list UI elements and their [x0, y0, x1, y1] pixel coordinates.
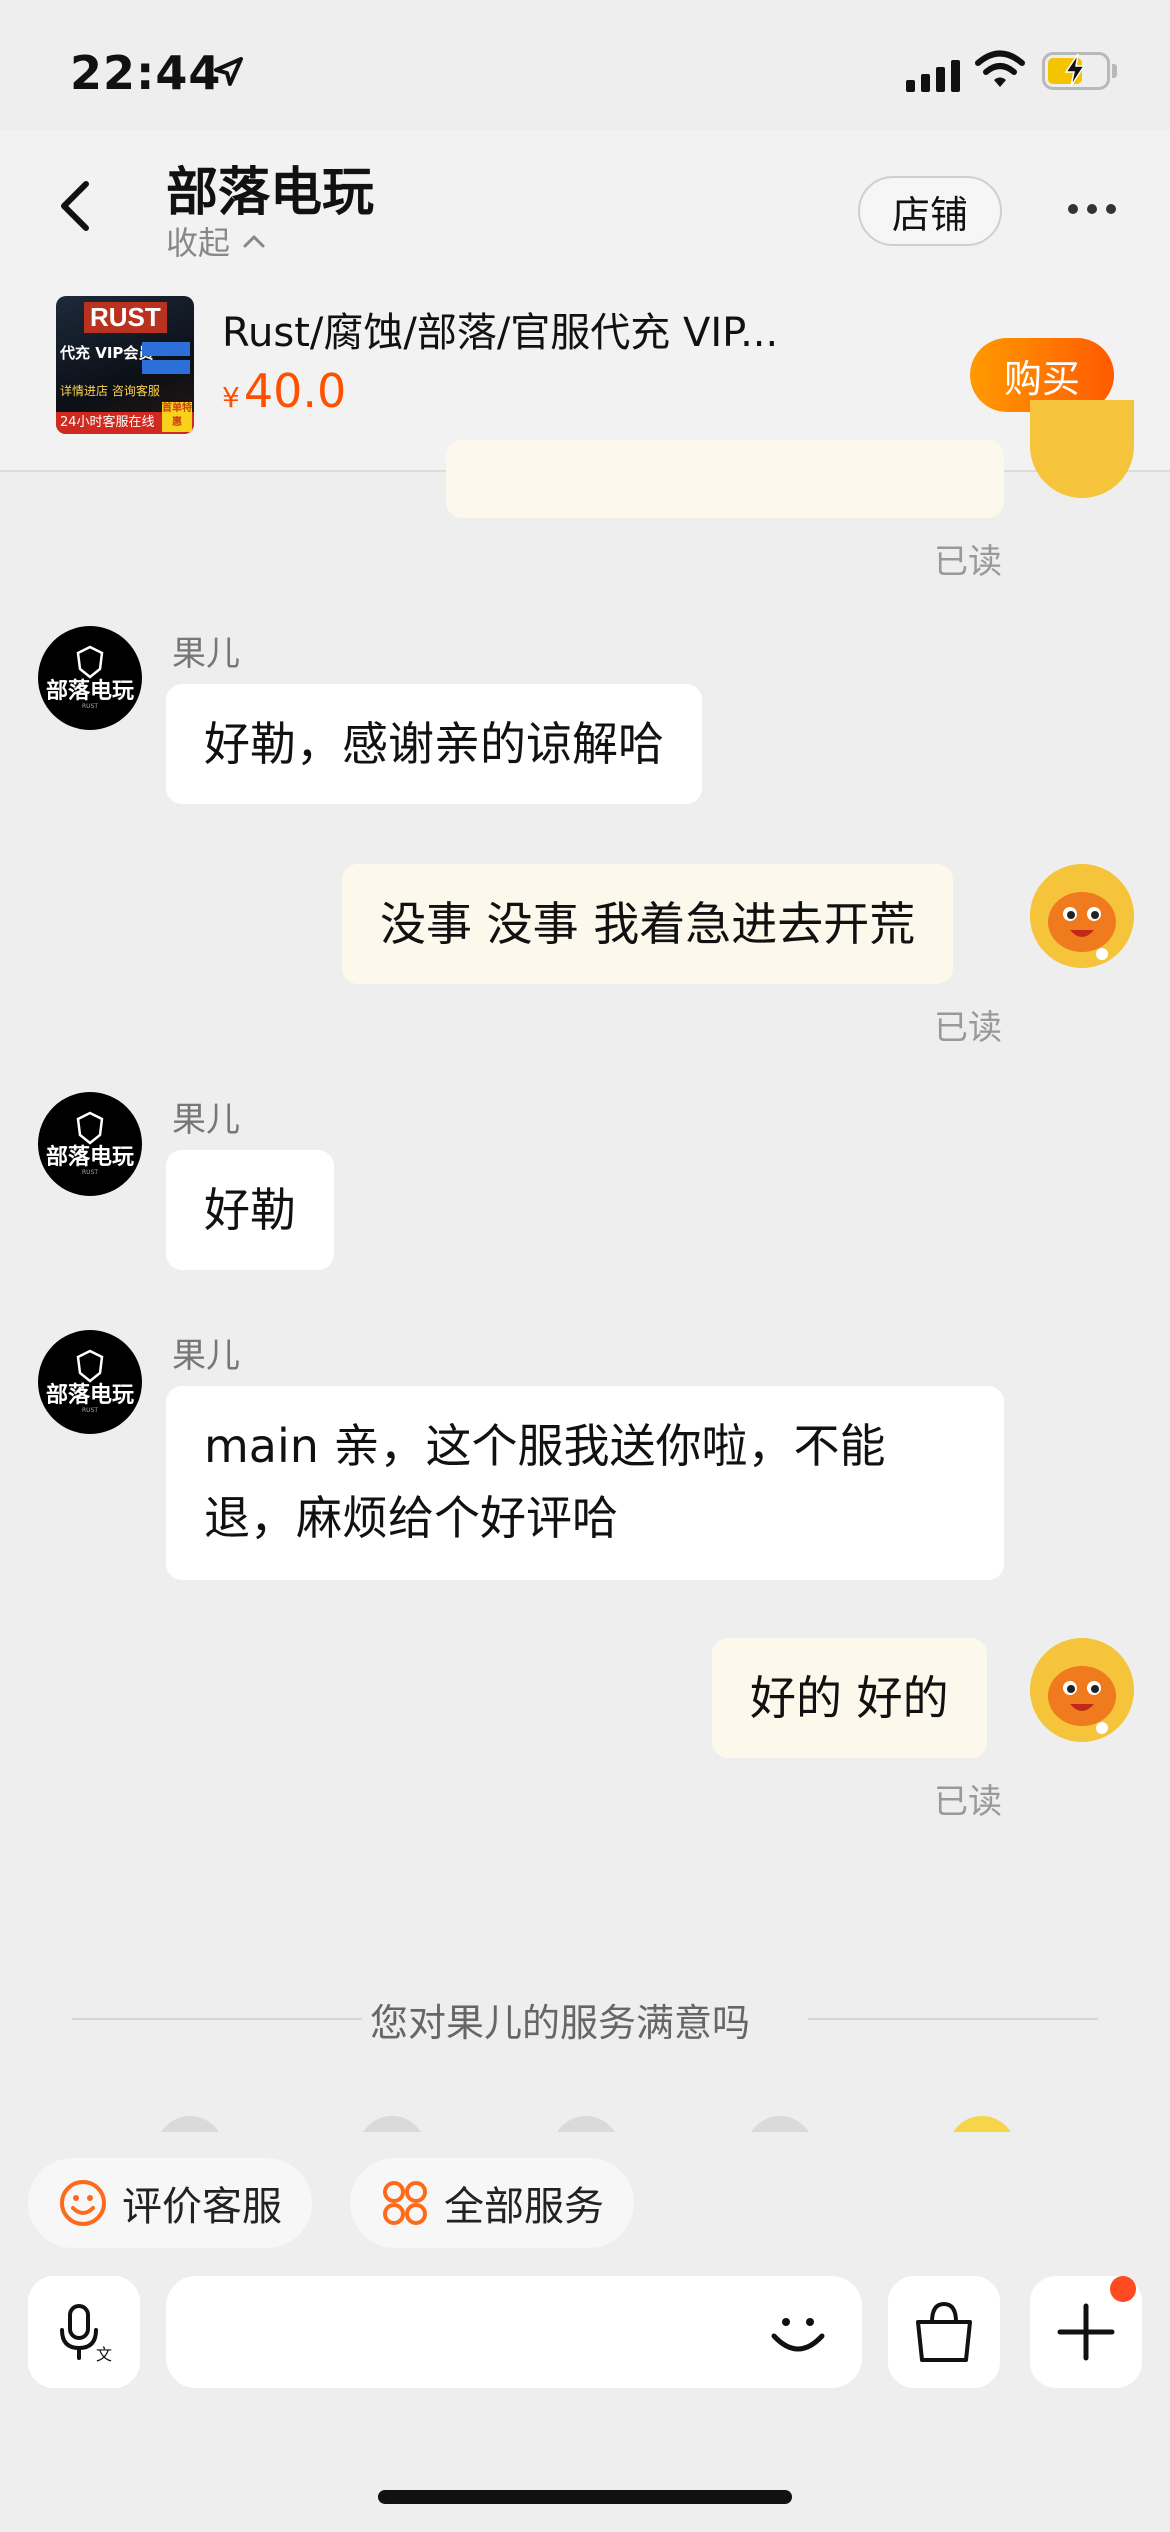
message-line: main 亲，这个服我送你啦，不能: [204, 1419, 886, 1473]
rate-agent-label: 评价客服: [122, 2184, 282, 2230]
cellular-signal-icon: [906, 58, 960, 92]
wifi-icon: [975, 50, 1025, 87]
rating-face-icon[interactable]: [156, 2116, 224, 2132]
sender-name: 果儿: [172, 634, 240, 674]
rating-face-icon[interactable]: [358, 2116, 426, 2132]
read-receipt: 已读: [934, 1782, 1002, 1822]
message-bubble-outgoing: 没事 没事 我着急进去开荒: [342, 864, 954, 984]
status-time: 22:44: [70, 46, 222, 100]
shop-avatar[interactable]: 部落电玩 RUST: [38, 626, 142, 730]
product-thumbnail[interactable]: RUST 代充 VIP会员 详情进店 咨询客服 24小时客服在线 首单特惠: [56, 296, 194, 434]
notification-dot: [1110, 2276, 1136, 2302]
voice-input-button[interactable]: 文: [28, 2276, 140, 2388]
rating-face-icon[interactable]: [552, 2116, 620, 2132]
chevron-up-icon: [243, 235, 265, 248]
rate-agent-button[interactable]: 评价客服: [28, 2158, 312, 2248]
shop-avatar-sub: RUST: [81, 1407, 99, 1414]
product-price: ¥40.0: [222, 364, 346, 418]
rating-face-icon[interactable]: [948, 2116, 1016, 2132]
plus-icon: [1057, 2303, 1115, 2361]
product-image-brand: RUST: [84, 302, 167, 333]
rating-faces-strip[interactable]: [0, 2116, 1170, 2132]
product-image-side-text: 代充 VIP会员: [60, 344, 154, 362]
shield-logo-icon: [76, 1111, 104, 1145]
message-line: 退，麻烦给个好评哈: [204, 1491, 618, 1545]
shop-avatar[interactable]: 部落电玩 RUST: [38, 1092, 142, 1196]
message-bubble-incoming: 好勒，感谢亲的谅解哈: [166, 684, 702, 804]
shield-logo-icon: [76, 1349, 104, 1383]
microphone-icon: 文: [60, 2304, 112, 2364]
cartoon-face-icon: [1030, 864, 1134, 968]
home-indicator[interactable]: [378, 2490, 792, 2504]
sender-name: 果儿: [172, 1336, 240, 1376]
smile-icon: [60, 2180, 106, 2226]
product-image-side-text-2: 详情进店 咨询客服: [60, 384, 160, 398]
product-image-badge: 首单特惠: [162, 402, 192, 432]
shopping-bag-icon: [916, 2301, 972, 2362]
shop-avatar-sub: RUST: [81, 703, 99, 710]
back-arrow-icon[interactable]: [56, 178, 96, 234]
message-bubble-outgoing-partial: [446, 440, 1004, 518]
cartoon-face-icon: [1030, 1638, 1134, 1742]
grid-services-icon: [383, 2181, 427, 2225]
rating-face-icon[interactable]: [746, 2116, 814, 2132]
shop-avatar-name: 部落电玩: [45, 679, 134, 704]
shopping-bag-button[interactable]: [888, 2276, 1000, 2388]
product-title[interactable]: Rust/腐蚀/部落/官服代充 VIP...: [222, 300, 778, 358]
shop-avatar-name: 部落电玩: [45, 1383, 134, 1408]
currency-symbol: ¥: [222, 381, 240, 414]
battery-cap: [1112, 64, 1117, 78]
collapse-toggle[interactable]: 收起: [166, 218, 266, 264]
svg-text:文: 文: [96, 2345, 112, 2364]
shop-avatar-sub: RUST: [81, 1169, 99, 1176]
sender-name: 果儿: [172, 1100, 240, 1140]
shop-avatar[interactable]: 部落电玩 RUST: [38, 1330, 142, 1434]
battery-icon: [1042, 52, 1110, 90]
shop-avatar-name: 部落电玩: [45, 1145, 134, 1170]
emoji-icon[interactable]: [762, 2296, 834, 2368]
rating-divider-left: [72, 2018, 362, 2020]
more-options-icon[interactable]: [1068, 204, 1116, 214]
all-services-label: 全部服务: [444, 2184, 604, 2230]
rating-divider-right: [808, 2018, 1098, 2020]
shop-name: 部落电玩: [166, 163, 375, 223]
read-receipt: 已读: [934, 1008, 1002, 1048]
message-bubble-incoming: main 亲，这个服我送你啦，不能 退，麻烦给个好评哈: [166, 1386, 1004, 1580]
message-bubble-incoming: 好勒: [166, 1150, 334, 1270]
message-bubble-outgoing: 好的 好的: [712, 1638, 987, 1758]
user-avatar[interactable]: [1030, 1638, 1134, 1742]
store-button[interactable]: 店铺: [858, 176, 1002, 246]
read-receipt: 已读: [934, 542, 1002, 582]
price-value: 40.0: [243, 364, 347, 418]
user-avatar[interactable]: [1030, 864, 1134, 968]
shield-logo-icon: [76, 645, 104, 679]
location-arrow-icon: [214, 57, 243, 86]
all-services-button[interactable]: 全部服务: [350, 2158, 634, 2248]
user-avatar-partial[interactable]: [1030, 400, 1134, 498]
message-input[interactable]: [166, 2276, 862, 2388]
collapse-label: 收起: [166, 224, 231, 262]
rating-prompt: 您对果儿的服务满意吗: [370, 2001, 751, 2045]
